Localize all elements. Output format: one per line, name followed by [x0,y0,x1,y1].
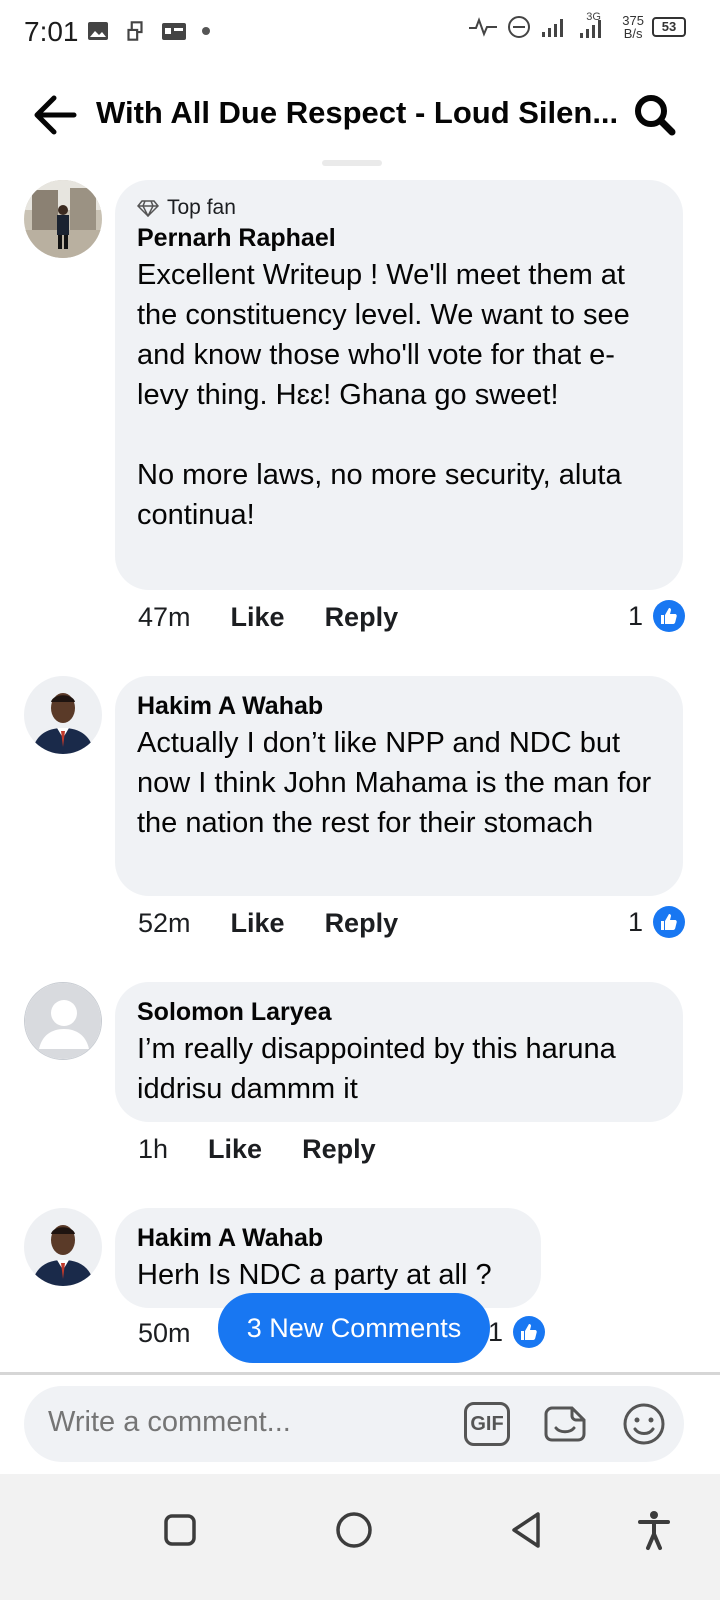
signal-icon [542,19,564,37]
comment-author[interactable]: Solomon Laryea [137,998,661,1027]
triangle-icon [512,1512,540,1548]
reaction-count: 1 [628,906,644,937]
like-icon [653,600,686,632]
comment-text: I’m really disappointed by this haruna i… [137,1033,624,1105]
circle-icon [336,1512,372,1548]
comment-text: Excellent Writeup ! We'll meet them at t… [137,259,630,531]
reply-button[interactable]: Reply [325,602,399,633]
emoji-button[interactable] [620,1400,668,1448]
emoji-icon [623,1403,665,1445]
link-icon [127,21,143,41]
avatar[interactable] [24,676,102,754]
reaction-summary[interactable]: 1 [628,906,686,938]
like-button[interactable]: Like [231,908,285,939]
back-arrow-icon [34,95,77,135]
dot-icon [202,27,210,35]
like-icon [653,906,686,938]
search-icon [635,95,676,136]
page-header: With All Due Respect - Loud Silen... [0,78,720,154]
reply-button[interactable]: Reply [325,908,399,939]
reaction-count: 1 [488,1316,504,1347]
avatar[interactable] [24,180,102,258]
notification-icons [86,18,212,44]
home-button[interactable] [326,1502,382,1558]
system-nav-bar [0,1474,720,1600]
image-icon [88,22,108,40]
comment-author[interactable]: Hakim A Wahab [137,1224,519,1253]
like-button[interactable]: Like [231,602,285,633]
accessibility-button[interactable] [626,1502,682,1558]
comment-time[interactable]: 1h [138,1134,168,1165]
comment-time[interactable]: 52m [138,908,191,939]
comment-bubble[interactable]: Solomon Laryea I’m really disappointed b… [115,982,683,1122]
battery-icon: 53 [652,17,686,37]
search-button[interactable] [630,90,680,140]
comment-time[interactable]: 50m [138,1318,191,1349]
back-button[interactable] [30,92,80,138]
reaction-count: 1 [628,600,644,631]
back-nav-button[interactable] [500,1502,556,1558]
comment-time[interactable]: 47m [138,602,191,633]
comment-composer[interactable]: GIF [24,1386,684,1462]
dnd-icon [508,16,531,38]
status-time: 7:01 [24,16,79,47]
recents-button[interactable] [152,1502,208,1558]
like-button[interactable]: Like [208,1134,262,1165]
like-icon [513,1316,546,1348]
comment-bubble[interactable]: Top fan Pernarh Raphael Excellent Writeu… [115,180,683,590]
comment-actions: 47m Like Reply [138,602,398,633]
network-speed: 375 B/s [622,13,644,41]
scroll-indicator [322,160,382,166]
activity-icon [469,17,498,37]
new-comments-button[interactable]: 3 New Comments [218,1293,490,1363]
status-bar: 7:01 3G 375 B/s 53 [0,0,720,66]
divider [0,1372,720,1375]
square-icon [164,1514,196,1546]
reaction-summary[interactable]: 1 [488,1316,546,1348]
comment-author[interactable]: Hakim A Wahab [137,692,661,721]
sticker-icon [544,1406,586,1442]
avatar[interactable] [24,1208,102,1286]
reaction-summary[interactable]: 1 [628,600,686,632]
gif-button[interactable]: GIF [464,1402,510,1446]
sticker-button[interactable] [542,1400,590,1448]
comment-input[interactable] [48,1406,428,1439]
top-fan-badge: Top fan [137,196,661,220]
comment-author[interactable]: Pernarh Raphael [137,224,661,253]
diamond-icon [137,200,159,217]
comment-actions: 50m [138,1318,231,1349]
radio-icon [162,23,186,40]
comment-actions: 1h Like Reply [138,1134,376,1165]
avatar[interactable] [24,982,102,1060]
signal-icon [580,20,602,38]
accessibility-icon [638,1511,670,1550]
reply-button[interactable]: Reply [302,1134,376,1165]
page-title: With All Due Respect - Loud Silen... [96,95,619,130]
comment-text: Herh Is NDC a party at all ? [137,1259,492,1291]
comment-bubble[interactable]: Hakim A Wahab Actually I don’t like NPP … [115,676,683,896]
comment-actions: 52m Like Reply [138,908,398,939]
comment-text: Actually I don’t like NPP and NDC but no… [137,727,660,839]
